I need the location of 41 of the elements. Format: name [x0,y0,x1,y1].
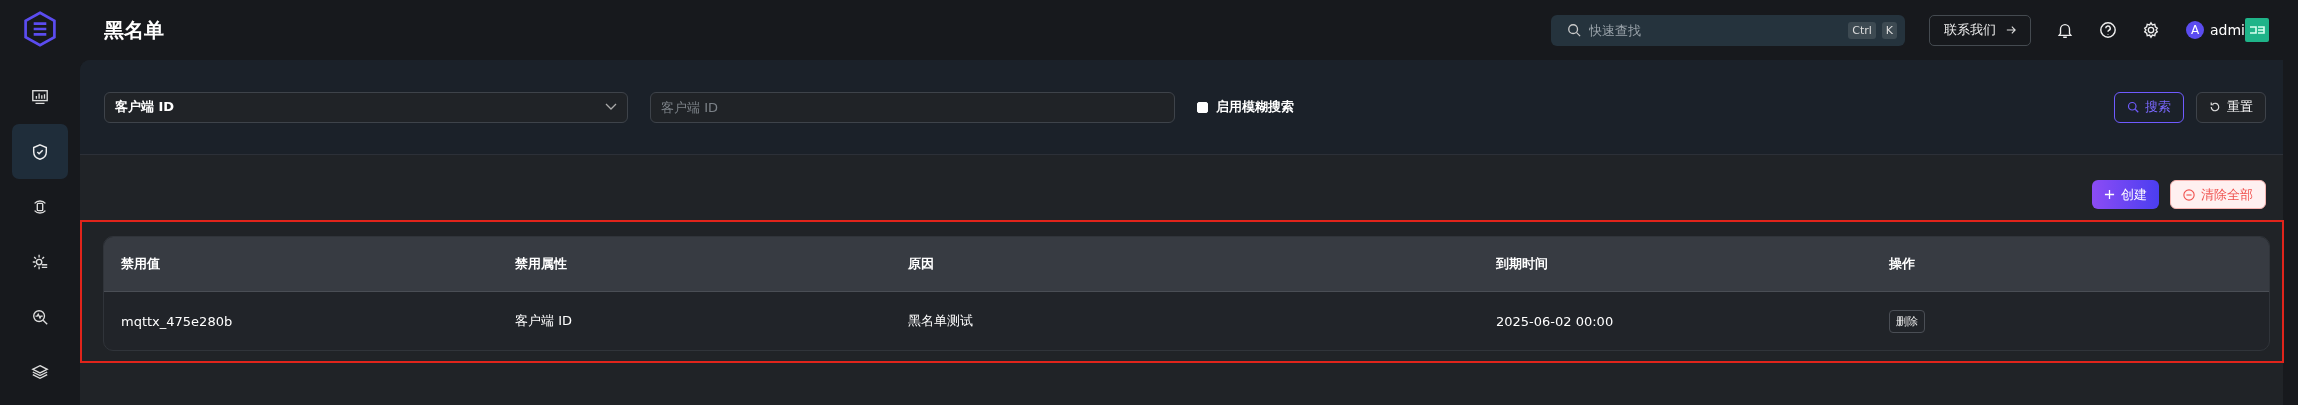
user-name[interactable]: admi [2210,22,2245,38]
fuzzy-label: 启用模糊搜索 [1216,98,1294,116]
user-avatar[interactable]: A [2186,21,2204,39]
value-input[interactable]: 客户端 ID [650,91,1175,123]
sidebar-item[interactable] [12,124,68,179]
search-icon [1567,23,1581,37]
column-header: 禁用值 [120,255,161,273]
notification-bell-icon[interactable] [2056,21,2074,39]
logo-icon [22,11,58,47]
table-cell-text: mqttx_475e280b [120,312,234,331]
magnifier-pulse-icon [31,307,49,326]
delete-button[interactable]: 删除 [1889,309,1925,333]
settings-icon[interactable] [2142,21,2160,39]
shortcut-key: Ctrl [1848,21,1876,39]
column-header: 操作 [1888,255,1916,273]
chart-monitor-icon [31,87,49,106]
field-select[interactable]: 客户端 ID [104,91,628,123]
shortcut-key: K [1881,21,1897,39]
search-input[interactable]: 快速查找 [1587,21,1843,39]
column-header: 到期时间 [1495,255,1549,273]
create-button[interactable]: 创建 [2092,180,2159,209]
help-icon[interactable] [2099,21,2117,39]
search-button[interactable]: 搜索 [2114,91,2184,123]
page-title: 黑名单 [104,16,164,44]
table-cell-text: 客户端 ID [514,312,573,330]
chevron-down-icon [605,103,617,111]
search-field[interactable]: 快速查找 Ctrl K [1551,14,1905,46]
table-cell-text: 2025-06-02 00:00 [1495,312,1615,331]
column-header: 原因 [907,255,935,273]
layers-icon [31,362,49,381]
refresh-icon [2209,101,2221,113]
reset-button[interactable]: 重置 [2196,91,2266,123]
arrow-right-icon [2006,25,2016,35]
shield-check-icon [31,142,49,161]
table-cell-text: 黑名单测试 [907,312,974,330]
column-header: 禁用属性 [514,255,568,273]
fuzzy-checkbox[interactable] [1197,101,1208,113]
minus-circle-icon [2183,188,2195,201]
search-icon [2127,101,2139,113]
contact-button[interactable]: 联系我们 [1929,14,2031,46]
plus-icon [2104,189,2115,200]
